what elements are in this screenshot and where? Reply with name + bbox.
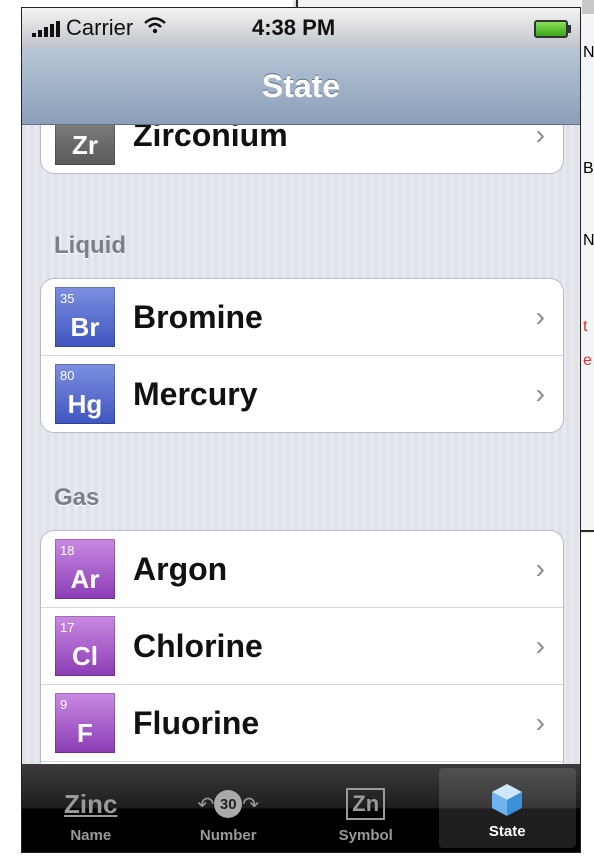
list-item[interactable]: 35 Br Bromine ›: [41, 279, 563, 355]
tab-label: Symbol: [338, 827, 393, 844]
window-strip: [582, 0, 594, 14]
atomic-number: 9: [60, 697, 68, 712]
element-tile: 9 F: [55, 693, 115, 753]
status-time: 4:38 PM: [252, 15, 336, 40]
atomic-number: 18: [60, 543, 75, 558]
table-view[interactable]: Zr Zirconium › Liquid 35 Br Bromine › 80…: [22, 96, 580, 839]
element-name: Chlorine: [133, 627, 263, 664]
element-tile: 80 Hg: [55, 364, 115, 424]
atomic-number: 17: [60, 620, 75, 635]
number-tab-icon: ↶ 30 ↷: [197, 781, 259, 827]
rotate-left-icon: ↶: [197, 793, 215, 816]
phone-screen: Carrier 4:38 PM State Zr Zirconium › Liq…: [22, 8, 580, 852]
zinc-icon: Zinc: [64, 788, 118, 819]
bg-letter: N: [583, 44, 594, 61]
element-symbol: F: [77, 718, 93, 748]
bg-letter: e: [583, 352, 592, 369]
chevron-right-icon: ›: [535, 378, 545, 409]
element-tile: 35 Br: [55, 287, 115, 347]
wifi-icon: [143, 16, 167, 40]
element-name: Mercury: [133, 375, 258, 412]
number-badge-icon: 30: [214, 790, 243, 818]
section-header-gas: Gas: [54, 484, 100, 511]
bg-letter: t: [583, 318, 588, 335]
atomic-number: 35: [60, 291, 75, 306]
list-item[interactable]: 9 F Fluorine ›: [41, 684, 563, 761]
battery-icon: [534, 20, 571, 38]
element-symbol: Br: [70, 312, 100, 342]
tab-label: Number: [199, 827, 257, 844]
element-name: Fluorine: [133, 704, 260, 741]
rotate-right-icon: ↷: [242, 793, 260, 816]
symbol-tab-icon: Zn: [346, 781, 386, 827]
tab-name[interactable]: Zinc Name: [22, 764, 160, 852]
element-symbol: Zr: [72, 130, 98, 160]
section-header-liquid: Liquid: [54, 232, 126, 259]
list-item[interactable]: 80 Hg Mercury ›: [41, 355, 563, 432]
element-symbol: Cl: [72, 641, 98, 671]
tab-state[interactable]: State: [438, 768, 576, 848]
tab-symbol[interactable]: Zn Symbol: [297, 764, 435, 852]
name-tab-icon: Zinc: [64, 781, 117, 827]
navigation-bar: State: [22, 48, 580, 125]
carrier-label: Carrier: [66, 15, 134, 40]
tab-bar: Zinc Name ↶ 30 ↷ Number Zn Symbol State: [22, 764, 580, 852]
list-item[interactable]: 18 Ar Argon ›: [41, 531, 563, 607]
atomic-number: 80: [60, 368, 75, 383]
chevron-right-icon: ›: [535, 707, 545, 738]
bg-letter: N: [583, 232, 594, 249]
element-tile: 18 Ar: [55, 539, 115, 599]
chevron-right-icon: ›: [535, 553, 545, 584]
tab-number[interactable]: ↶ 30 ↷ Number: [160, 764, 298, 852]
list-item[interactable]: 17 Cl Chlorine ›: [41, 607, 563, 684]
element-symbol: Hg: [67, 389, 103, 419]
chevron-right-icon: ›: [535, 630, 545, 661]
element-name: Argon: [133, 550, 228, 587]
zn-icon: Zn: [346, 788, 386, 820]
chevron-right-icon: ›: [535, 301, 545, 332]
bg-letter: B: [583, 160, 594, 177]
element-tile: 17 Cl: [55, 616, 115, 676]
signal-icon: [32, 19, 60, 37]
tab-label: Name: [70, 827, 112, 844]
element-name: Bromine: [133, 298, 263, 335]
status-bar: Carrier 4:38 PM: [22, 8, 580, 48]
tab-label: State: [488, 823, 526, 840]
element-symbol: Ar: [70, 564, 100, 594]
cube-icon: [487, 777, 527, 823]
page-title: State: [261, 67, 341, 104]
liquid-group: 35 Br Bromine › 80 Hg Mercury ›: [40, 278, 564, 433]
